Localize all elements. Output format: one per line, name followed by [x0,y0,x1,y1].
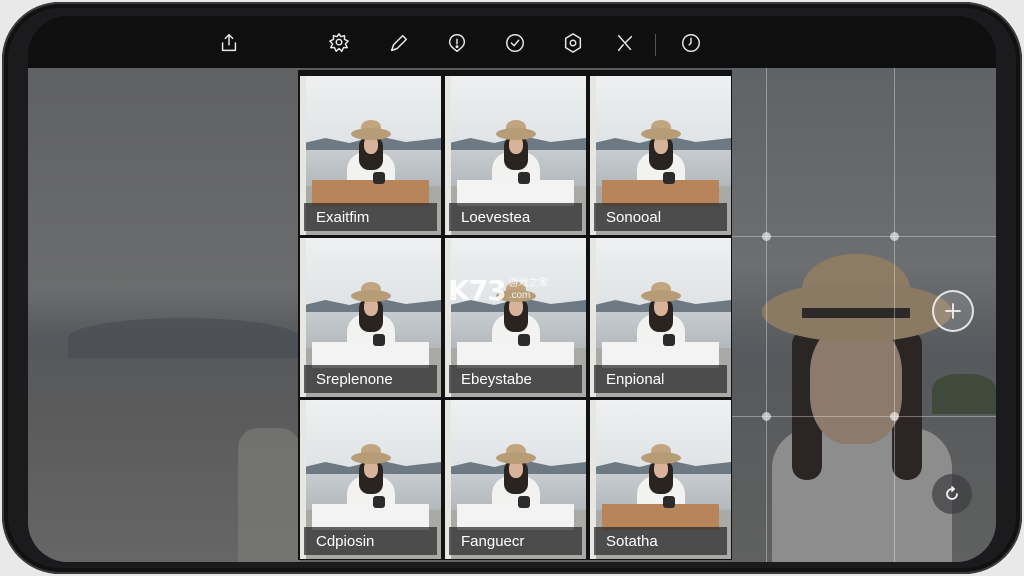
phone-frame: ᑕᑕᑕ + [2,2,1022,574]
preset-label-bar: Sreplenone [304,365,437,393]
watermark-logo: K73 游戏之家 .com [448,272,578,308]
preset-tile[interactable]: Sonooal [590,76,731,235]
share-icon[interactable] [216,30,242,56]
crop-icon[interactable] [612,30,638,56]
info-icon[interactable] [444,30,470,56]
toolbar-divider [655,34,656,56]
preset-label: Loevestea [461,208,531,226]
preset-label: Enpional [606,370,665,388]
preset-label-bar: Sotatha [594,527,727,555]
preset-label-bar: Ebeystabe [449,365,582,393]
watermark-cn: 游戏之家 [508,278,549,289]
settings-gear-icon[interactable] [326,30,352,56]
preset-label-bar: Exaitfim [304,203,437,231]
preset-tile[interactable]: Ebeystabe [445,238,586,397]
zoom-in-button[interactable] [932,290,974,332]
preset-label-bar: Loevestea [449,203,582,231]
crop-grid-line [766,68,767,562]
preset-label: Sreplenone [316,370,393,388]
crop-handle[interactable] [890,412,899,421]
crop-handle[interactable] [762,412,771,421]
viewer-right-preview[interactable] [732,68,996,562]
preset-label: Fanguecr [461,532,525,550]
preset-grid: Exaitfim Loevestea Sonooal Sreplenone Ebeyst… [298,70,732,560]
preset-tile[interactable]: Exaitfim [300,76,441,235]
preset-tile[interactable]: Fanguecr [445,400,586,559]
watermark-domain: .com [508,290,531,301]
preset-tile[interactable]: Enpional [590,238,731,397]
crop-grid-line [732,416,996,417]
preset-label: Ebeystabe [461,370,532,388]
preset-label: Cdpiosin [316,532,375,550]
preset-label: Sonooal [606,208,662,226]
watermark-text: K73 [448,273,507,307]
top-toolbar [28,16,996,68]
preset-label: Sotatha [606,532,658,550]
timer-icon[interactable] [678,30,704,56]
preset-label: Exaitfim [316,208,370,226]
preset-tile[interactable]: Sotatha [590,400,731,559]
preset-label-bar: Fanguecr [449,527,582,555]
rotate-button[interactable] [932,474,972,514]
crop-grid-line [732,236,996,237]
crop-handle[interactable] [890,232,899,241]
preset-label-bar: Enpional [594,365,727,393]
pen-icon[interactable] [386,30,412,56]
preset-label-bar: Cdpiosin [304,527,437,555]
preset-tile[interactable]: Sreplenone [300,238,441,397]
rotate-icon [946,486,958,500]
camera-settings-icon[interactable] [560,30,586,56]
crop-grid-line [894,68,895,562]
preset-label-bar: Sonooal [594,203,727,231]
preset-tile[interactable]: Cdpiosin [300,400,441,559]
check-icon[interactable] [502,30,528,56]
crop-handle[interactable] [762,232,771,241]
preset-tile[interactable]: Loevestea [445,76,586,235]
plus-icon [945,303,961,319]
viewer-left-preview [28,68,300,562]
